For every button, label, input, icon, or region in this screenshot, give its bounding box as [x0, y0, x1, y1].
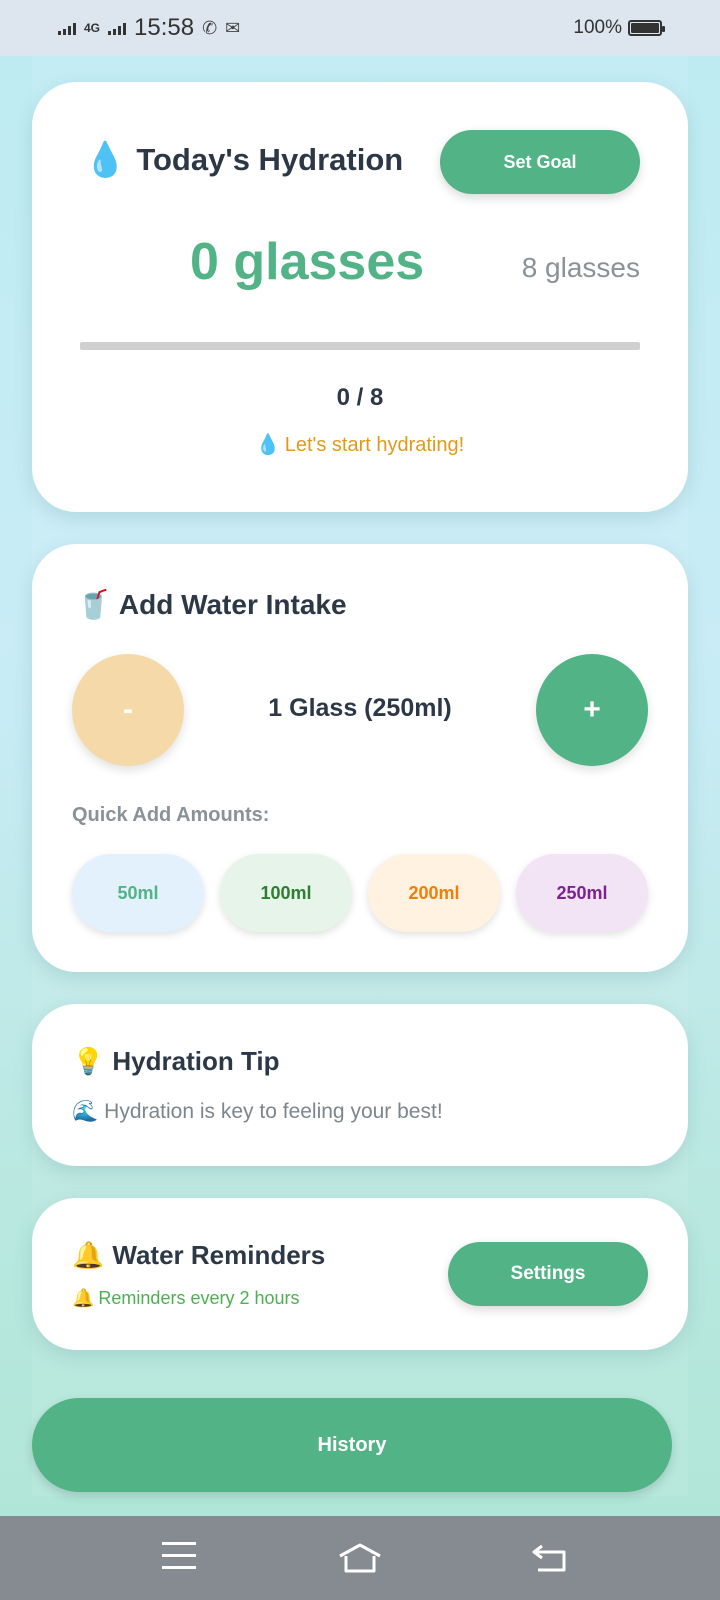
progress-bar: [80, 342, 640, 350]
water-drop-icon: 💧: [255, 434, 281, 456]
tip-card: 💡 Hydration Tip 🌊 Hydration is key to fe…: [32, 1004, 688, 1166]
quick-add-50ml-button[interactable]: 50ml: [72, 854, 204, 932]
hydration-card: 💧 Today's Hydration Set Goal 0 glasses 8…: [32, 82, 688, 512]
network-type: 4G: [84, 21, 101, 35]
battery-icon: [628, 20, 665, 36]
quick-add-200ml-button[interactable]: 200ml: [368, 854, 500, 932]
battery-percent: 100%: [573, 17, 622, 38]
signal-icon-2: [108, 21, 127, 35]
reminders-title: Water Reminders: [112, 1240, 326, 1270]
wave-icon: 🌊: [72, 1100, 99, 1123]
intake-title: Add Water Intake: [118, 588, 347, 620]
menu-icon[interactable]: [162, 1542, 202, 1574]
history-button[interactable]: History: [32, 1398, 672, 1492]
reminders-card: 🔔 Water Reminders 🔔 Reminders every 2 ho…: [32, 1198, 688, 1350]
signal-icon: [58, 21, 76, 35]
status-bar: 4G 15:58 ✆ ✉ 100%: [0, 0, 720, 56]
progress-count: 0 / 8: [336, 384, 384, 411]
status-message: 💧 Let's start hydrating!: [32, 432, 688, 457]
lightbulb-icon: 💡: [72, 1046, 105, 1076]
quick-add-chips: 50ml 100ml 200ml 250ml: [72, 854, 648, 932]
tip-text: Hydration is key to feeling your best!: [104, 1100, 443, 1123]
reminder-settings-button[interactable]: Settings: [448, 1242, 648, 1306]
clock: 15:58: [134, 14, 195, 41]
bell-icon: 🔔: [72, 1288, 95, 1308]
system-nav-bar: [0, 1516, 720, 1600]
water-drop-icon: 💧: [84, 141, 127, 179]
set-goal-button[interactable]: Set Goal: [440, 130, 640, 194]
back-icon[interactable]: [530, 1542, 570, 1574]
quick-add-label: Quick Add Amounts:: [72, 804, 270, 826]
intake-card: 🥤 Add Water Intake - 1 Glass (250ml) + Q…: [32, 544, 688, 972]
quick-add-250ml-button[interactable]: 250ml: [516, 854, 648, 932]
gmail-icon: ✉: [225, 17, 241, 38]
bell-icon: 🔔: [72, 1240, 105, 1270]
reminders-subtitle: Reminders every 2 hours: [98, 1288, 300, 1308]
status-text: Let's start hydrating!: [284, 434, 465, 456]
cup-with-straw-icon: 🥤: [76, 589, 111, 620]
daily-goal: 8 glasses: [521, 252, 640, 283]
hydration-title: Today's Hydration: [136, 142, 404, 177]
quick-add-100ml-button[interactable]: 100ml: [220, 854, 352, 932]
home-icon[interactable]: [336, 1542, 381, 1574]
tip-title: Hydration Tip: [112, 1046, 280, 1076]
increase-button[interactable]: +: [536, 654, 648, 766]
current-intake: 0 glasses: [190, 233, 425, 291]
whatsapp-icon: ✆: [202, 17, 218, 38]
